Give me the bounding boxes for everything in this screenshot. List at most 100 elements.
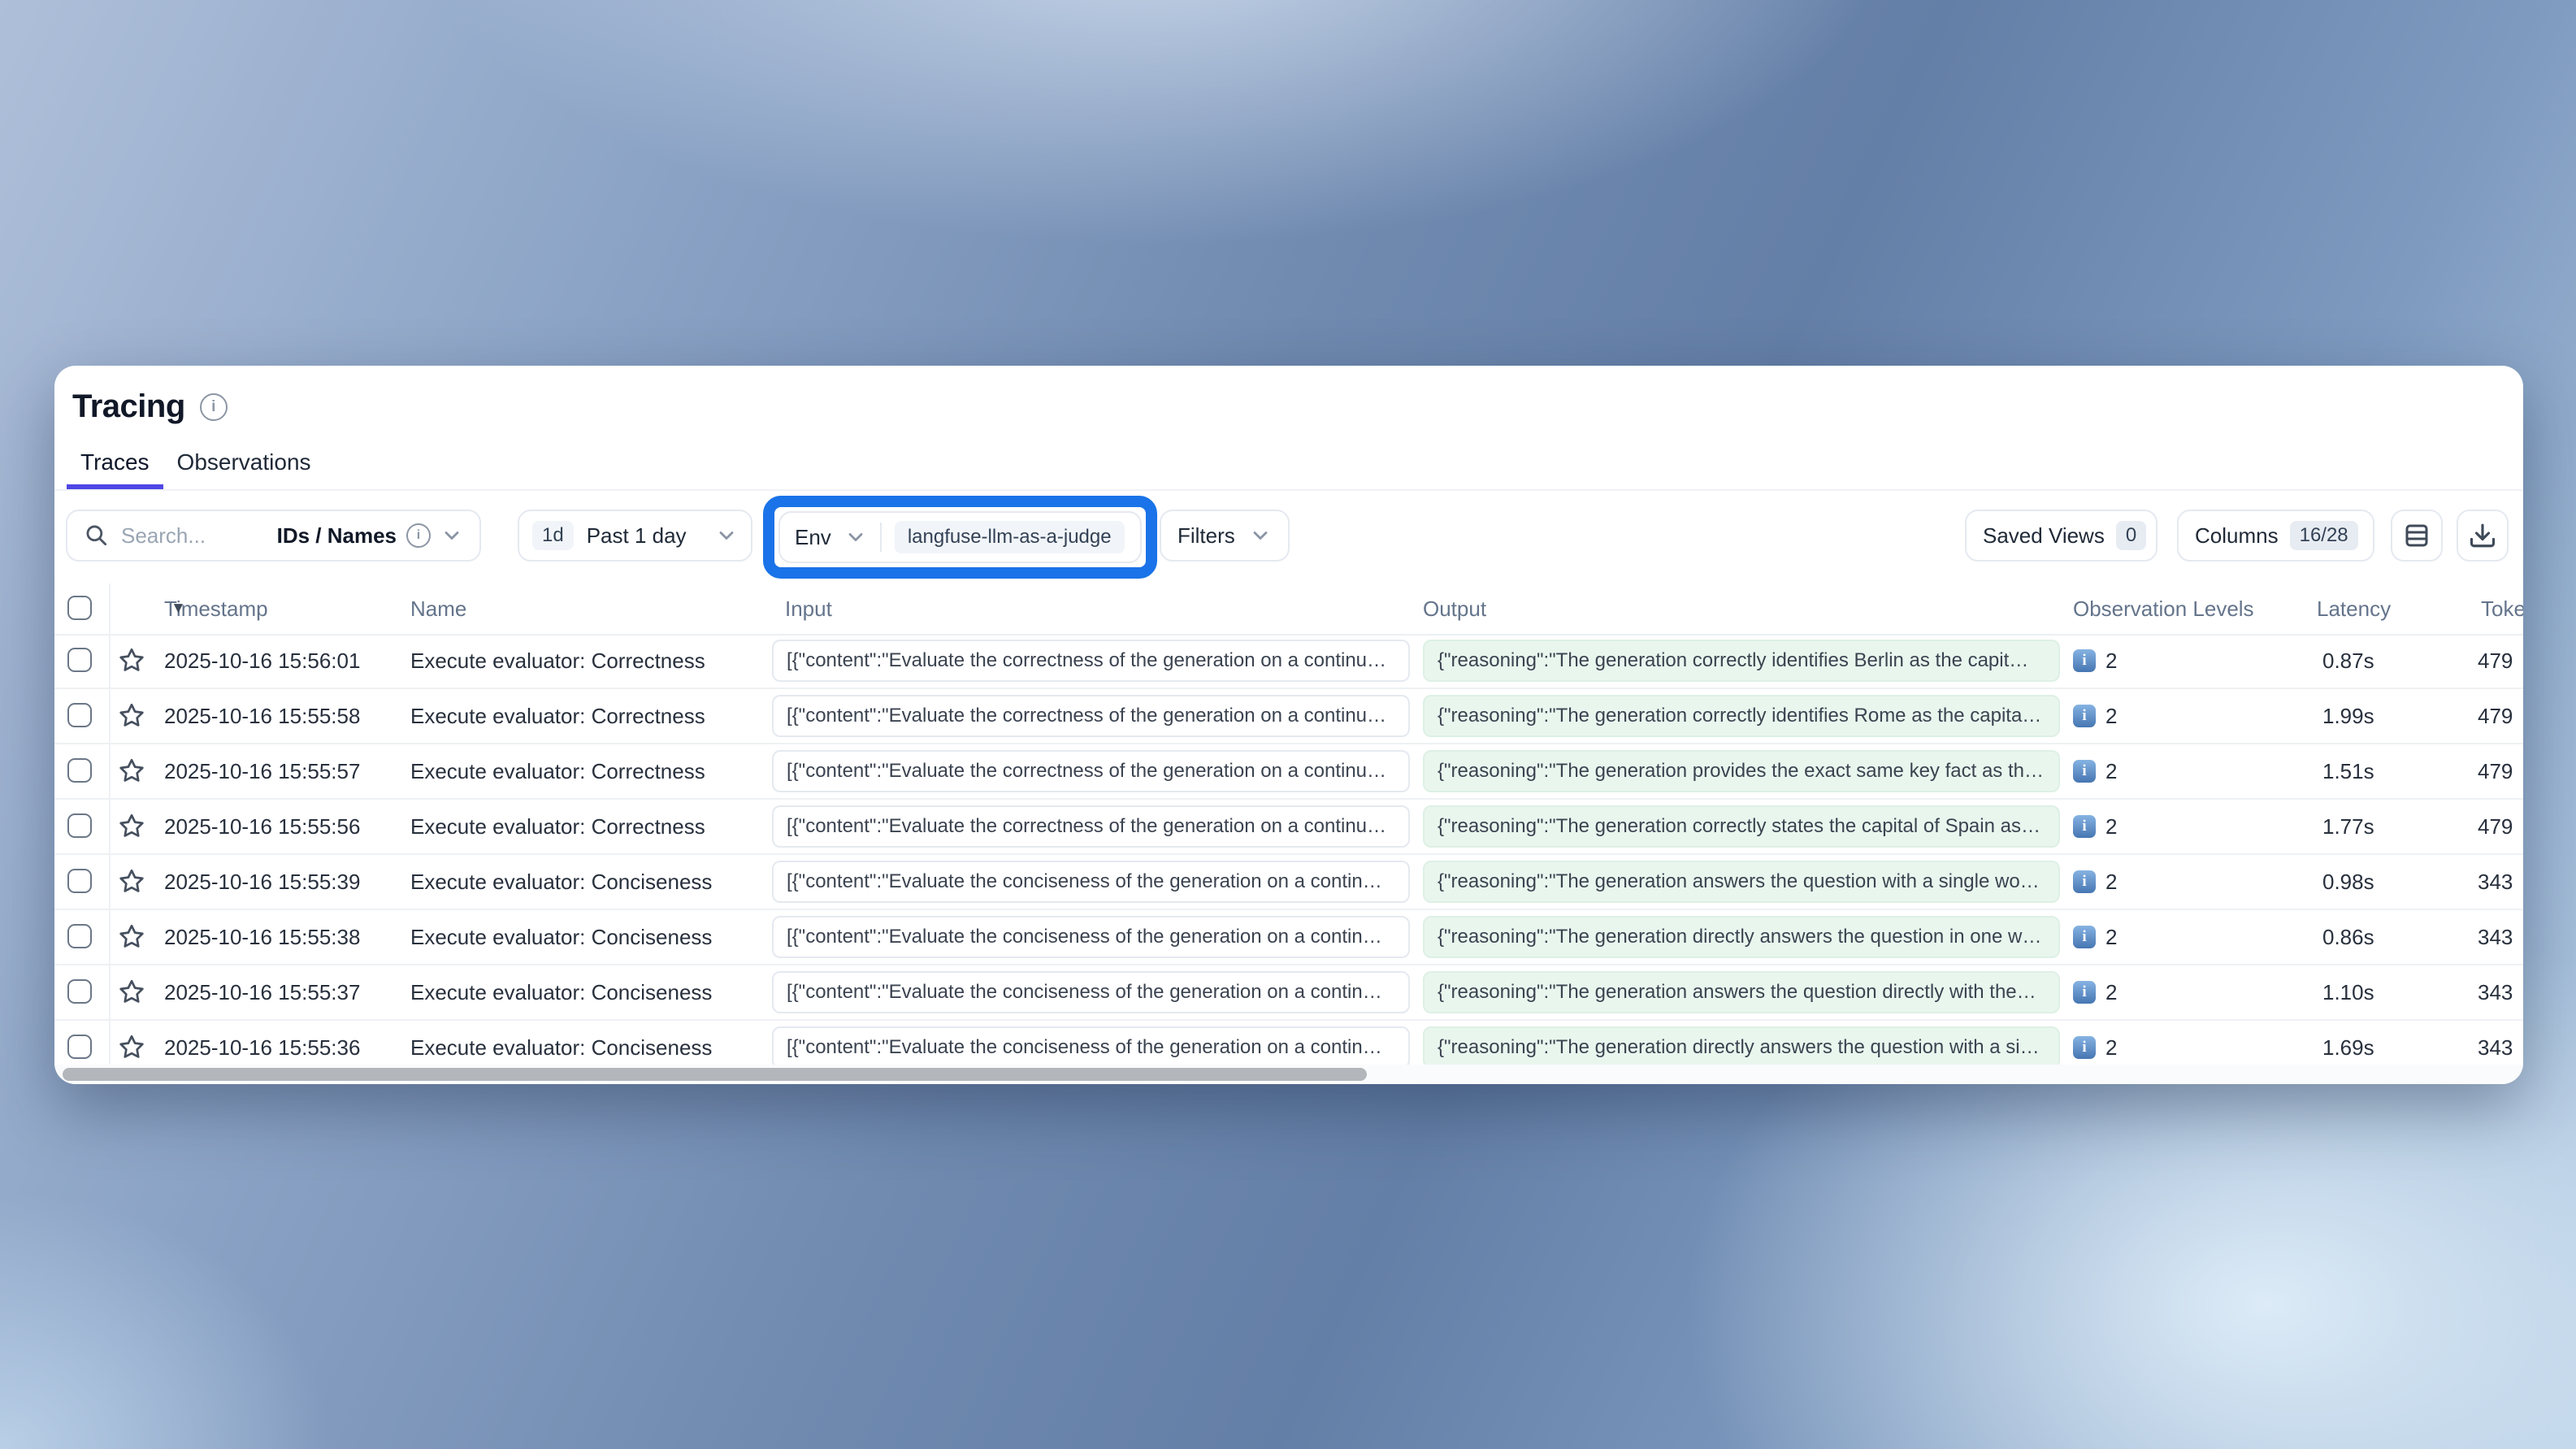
row-timestamp: 2025-10-16 15:55:39	[164, 855, 360, 909]
row-tokens: 479 →	[2478, 634, 2523, 688]
row-output-cell[interactable]: {"reasoning":"The generation directly an…	[1423, 1026, 2060, 1069]
row-input-cell[interactable]: [{"content":"Evaluate the correctness of…	[772, 805, 1410, 848]
star-icon[interactable]	[118, 922, 145, 950]
env-filter-button[interactable]: Env langfuse-llm-as-a-judge	[778, 511, 1142, 563]
select-all-checkbox[interactable]	[67, 596, 92, 620]
columns-label: Columns	[2195, 523, 2279, 549]
star-icon[interactable]	[118, 812, 145, 839]
column-header-name[interactable]: Name	[410, 584, 466, 634]
row-tokens: 343 →	[2478, 855, 2523, 909]
row-timestamp: 2025-10-16 15:55:58	[164, 689, 360, 743]
info-icon[interactable]: i	[200, 393, 228, 421]
tab-traces[interactable]: Traces	[67, 440, 163, 489]
row-output-cell[interactable]: {"reasoning":"The generation correctly i…	[1423, 695, 2060, 737]
table-row[interactable]: 2025-10-16 15:55:38 Execute evaluator: C…	[54, 910, 2523, 965]
page-title: Tracing	[72, 388, 185, 425]
row-height-icon	[2402, 521, 2431, 550]
row-checkbox[interactable]	[67, 869, 92, 893]
row-name: Execute evaluator: Correctness	[410, 800, 705, 853]
row-checkbox[interactable]	[67, 703, 92, 727]
page-header: Tracing i	[72, 388, 228, 425]
env-filter-label: Env	[795, 525, 831, 550]
pinned-column-divider	[109, 584, 111, 1084]
tab-observations[interactable]: Observations	[163, 440, 325, 489]
star-icon[interactable]	[118, 701, 145, 729]
observation-level-count: 2	[2105, 704, 2117, 729]
horizontal-scrollbar[interactable]	[54, 1065, 2523, 1084]
row-output-cell[interactable]: {"reasoning":"The generation answers the…	[1423, 971, 2060, 1013]
row-checkbox[interactable]	[67, 924, 92, 948]
row-input-cell[interactable]: [{"content":"Evaluate the correctness of…	[772, 640, 1410, 682]
row-output-cell[interactable]: {"reasoning":"The generation correctly i…	[1423, 640, 2060, 682]
observation-level-count: 2	[2105, 814, 2117, 839]
row-input-cell[interactable]: [{"content":"Evaluate the conciseness of…	[772, 861, 1410, 903]
row-latency: 0.86s	[2322, 910, 2374, 964]
row-input-cell[interactable]: [{"content":"Evaluate the conciseness of…	[772, 971, 1410, 1013]
row-checkbox[interactable]	[67, 813, 92, 838]
observation-level-count: 2	[2105, 980, 2117, 1005]
row-observation-levels: i 2	[2073, 965, 2117, 1019]
row-timestamp: 2025-10-16 15:55:56	[164, 800, 360, 853]
star-icon[interactable]	[118, 646, 145, 674]
download-icon	[2468, 521, 2497, 550]
column-header-latency[interactable]: Latency	[2317, 584, 2391, 634]
column-header-observation-levels[interactable]: Observation Levels	[2073, 584, 2254, 634]
chevron-down-icon	[1249, 524, 1272, 547]
row-name: Execute evaluator: Correctness	[410, 689, 705, 743]
row-observation-levels: i 2	[2073, 744, 2117, 798]
table-row[interactable]: 2025-10-16 15:55:57 Execute evaluator: C…	[54, 744, 2523, 800]
row-input-cell[interactable]: [{"content":"Evaluate the conciseness of…	[772, 916, 1410, 958]
star-icon[interactable]	[118, 867, 145, 895]
column-header-output[interactable]: Output	[1423, 584, 1486, 634]
table-body: 2025-10-16 15:56:01 Execute evaluator: C…	[54, 634, 2523, 1076]
row-name: Execute evaluator: Conciseness	[410, 910, 712, 964]
filters-button[interactable]: Filters	[1160, 510, 1290, 562]
row-timestamp: 2025-10-16 15:56:01	[164, 634, 360, 688]
sort-desc-icon: ▼	[171, 584, 186, 634]
row-name: Execute evaluator: Correctness	[410, 634, 705, 688]
row-timestamp: 2025-10-16 15:55:38	[164, 910, 360, 964]
divider	[880, 523, 882, 552]
star-icon[interactable]	[118, 757, 145, 784]
row-latency: 0.87s	[2322, 634, 2374, 688]
row-output-cell[interactable]: {"reasoning":"The generation provides th…	[1423, 750, 2060, 792]
table-row[interactable]: 2025-10-16 15:56:01 Execute evaluator: C…	[54, 634, 2523, 689]
time-range-button[interactable]: 1d Past 1 day	[518, 510, 752, 562]
row-checkbox[interactable]	[67, 758, 92, 783]
row-output-cell[interactable]: {"reasoning":"The generation directly an…	[1423, 916, 2060, 958]
observation-level-count: 2	[2105, 649, 2117, 674]
search-scope-selector[interactable]: IDs / Names i	[277, 523, 463, 549]
row-checkbox[interactable]	[67, 648, 92, 672]
row-input-cell[interactable]: [{"content":"Evaluate the correctness of…	[772, 750, 1410, 792]
saved-views-label: Saved Views	[1983, 523, 2105, 549]
row-input-cell[interactable]: [{"content":"Evaluate the correctness of…	[772, 695, 1410, 737]
table-row[interactable]: 2025-10-16 15:55:58 Execute evaluator: C…	[54, 689, 2523, 744]
export-button[interactable]	[2457, 510, 2509, 562]
scrollbar-thumb[interactable]	[63, 1068, 1367, 1081]
table-row[interactable]: 2025-10-16 15:55:37 Execute evaluator: C…	[54, 965, 2523, 1021]
row-height-button[interactable]	[2391, 510, 2443, 562]
row-input-cell[interactable]: [{"content":"Evaluate the conciseness of…	[772, 1026, 1410, 1069]
columns-button[interactable]: Columns 16/28	[2177, 510, 2374, 562]
row-observation-levels: i 2	[2073, 855, 2117, 909]
star-icon[interactable]	[118, 1033, 145, 1061]
observation-level-count: 2	[2105, 759, 2117, 784]
info-level-icon: i	[2073, 649, 2096, 672]
row-output-cell[interactable]: {"reasoning":"The generation answers the…	[1423, 861, 2060, 903]
column-header-input[interactable]: Input	[785, 584, 832, 634]
column-header-tokens[interactable]: Tokens	[2481, 584, 2523, 634]
table-row[interactable]: 2025-10-16 15:55:56 Execute evaluator: C…	[54, 800, 2523, 855]
row-checkbox[interactable]	[67, 1035, 92, 1059]
observation-level-count: 2	[2105, 870, 2117, 895]
filters-label: Filters	[1177, 523, 1235, 549]
saved-views-button[interactable]: Saved Views 0	[1965, 510, 2158, 562]
table-row[interactable]: 2025-10-16 15:55:39 Execute evaluator: C…	[54, 855, 2523, 910]
star-icon[interactable]	[118, 978, 145, 1005]
time-range-label: Past 1 day	[587, 523, 687, 549]
search-input[interactable]: Search... IDs / Names i	[66, 510, 481, 562]
row-checkbox[interactable]	[67, 979, 92, 1004]
row-output-cell[interactable]: {"reasoning":"The generation correctly s…	[1423, 805, 2060, 848]
info-level-icon: i	[2073, 870, 2096, 893]
info-icon: i	[406, 523, 431, 548]
info-level-icon: i	[2073, 760, 2096, 783]
